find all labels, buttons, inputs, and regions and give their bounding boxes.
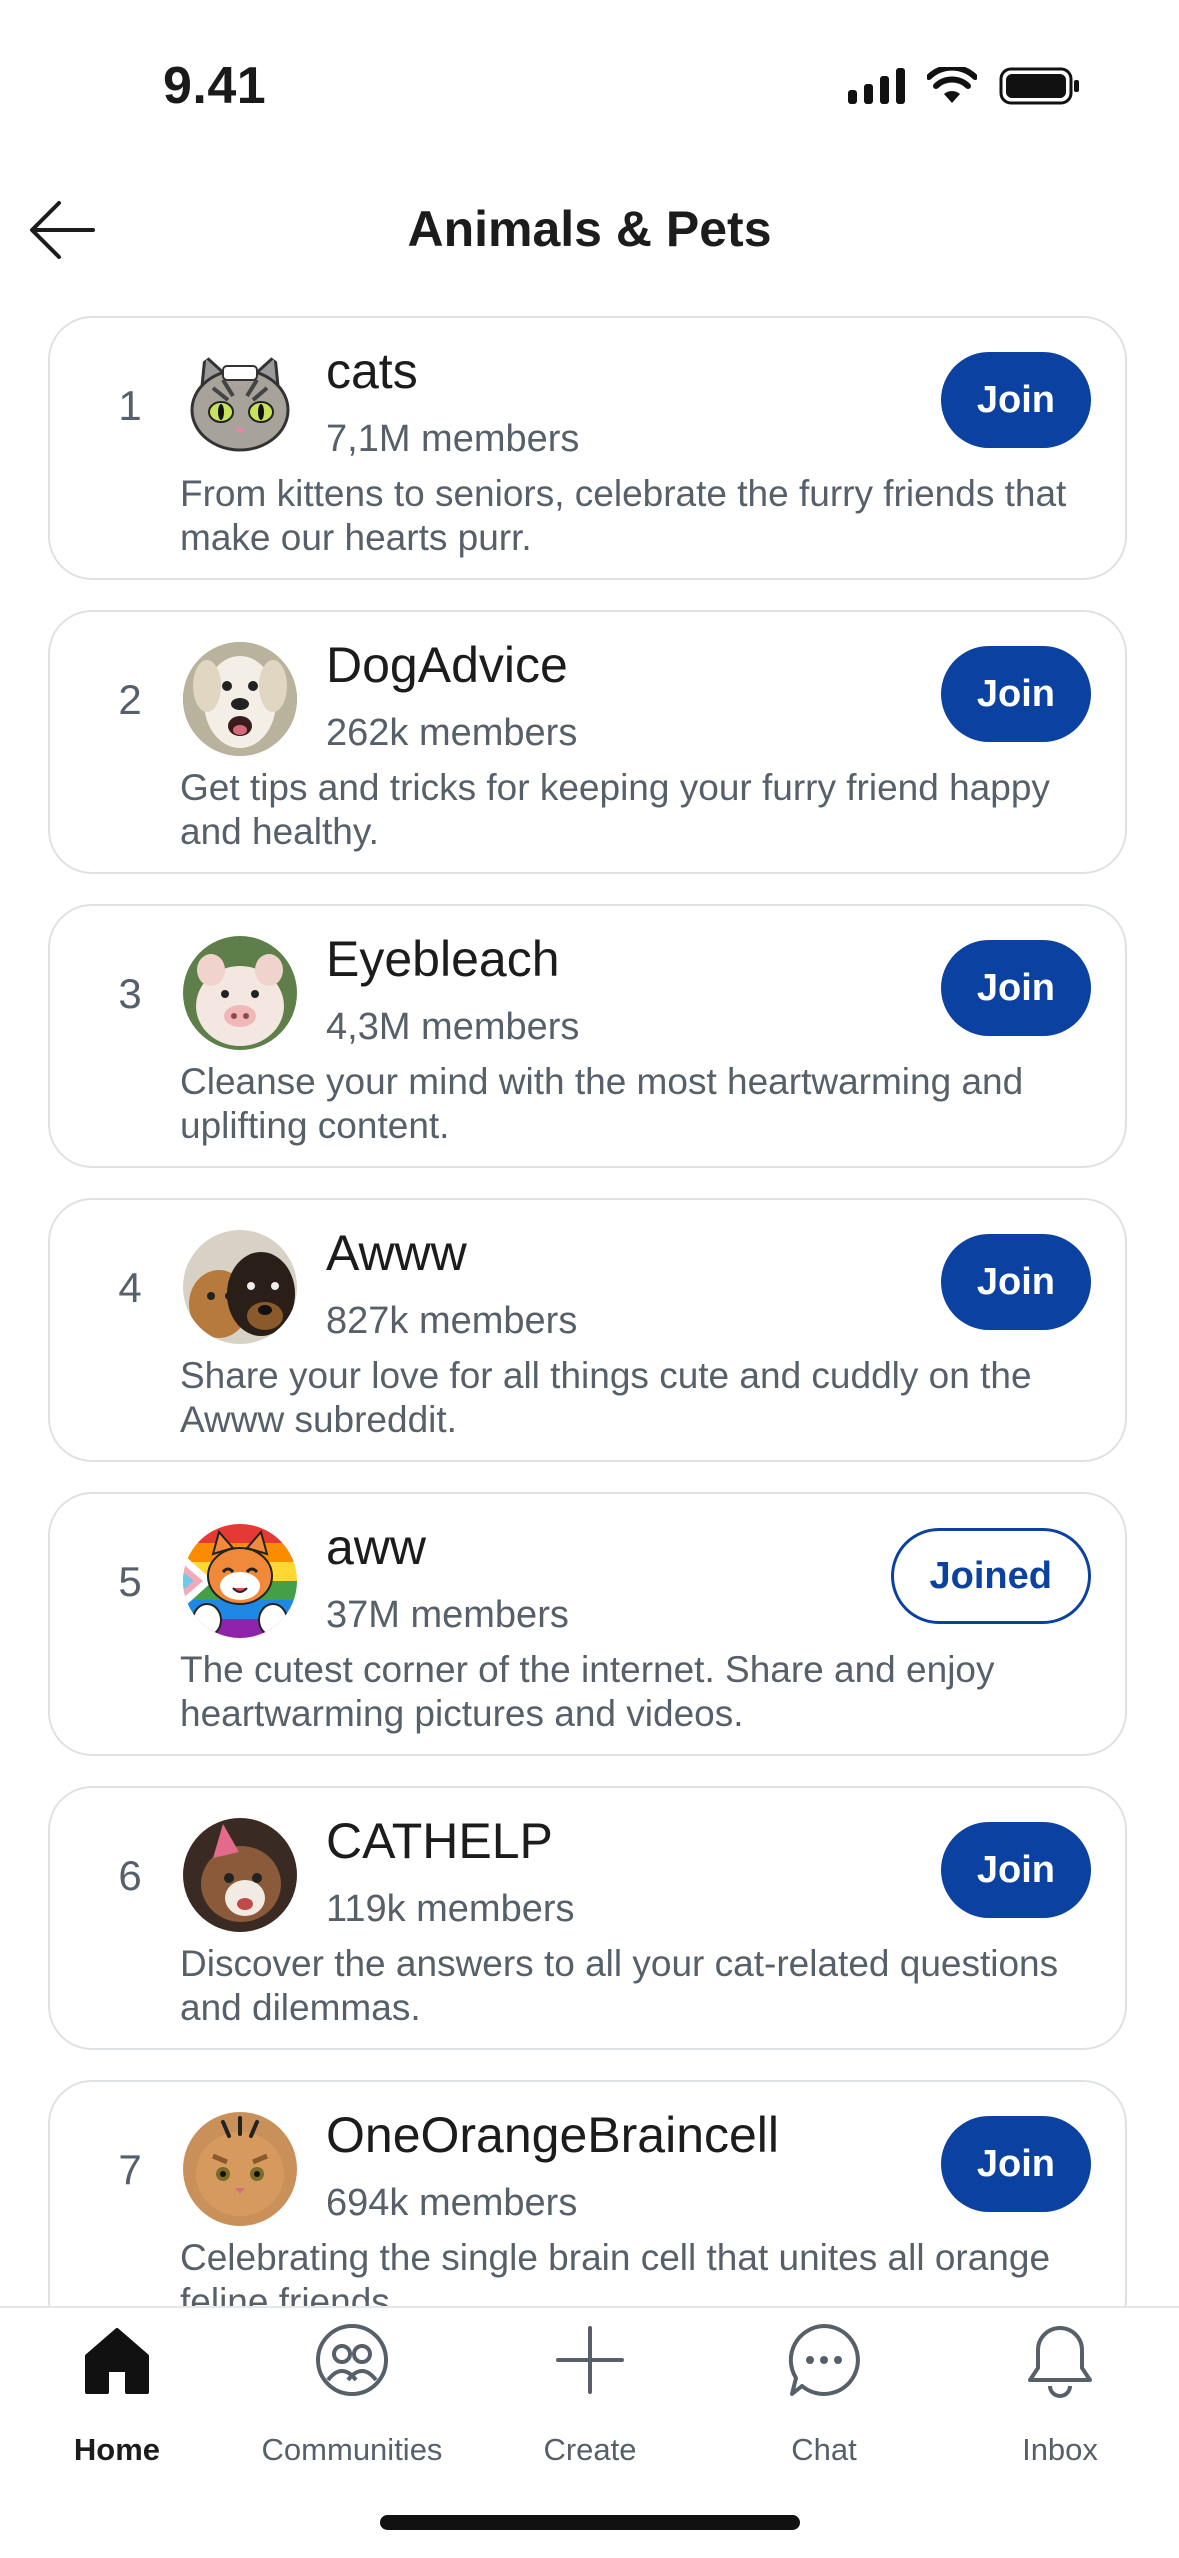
community-card[interactable]: 6 CATHELP 119k members Discover the answ… xyxy=(48,1786,1127,2050)
community-avatar xyxy=(183,1230,297,1344)
join-button[interactable]: Join xyxy=(940,646,1091,742)
bell-icon xyxy=(1028,2326,1092,2398)
community-description: From kittens to seniors, celebrate the f… xyxy=(180,473,1067,558)
join-button[interactable]: Join xyxy=(940,352,1091,448)
nav-inbox-label: Inbox xyxy=(1022,2432,1098,2467)
community-description: Cleanse your mind with the most heartwar… xyxy=(180,1061,1024,1146)
nav-chat[interactable]: Chat xyxy=(724,2322,924,2472)
community-description: Share your love for all things cute and … xyxy=(180,1355,1032,1440)
community-avatar xyxy=(183,2112,297,2226)
nav-communities-label: Communities xyxy=(261,2432,443,2467)
status-bar: 9.41 xyxy=(0,0,1179,150)
community-list[interactable]: 1 cats 7,1M members From kittens to seni… xyxy=(48,316,1131,2306)
join-button[interactable]: Join xyxy=(940,1234,1091,1330)
status-time: 9.41 xyxy=(163,57,267,115)
nav-chat-label: Chat xyxy=(791,2432,857,2467)
nav-create-label: Create xyxy=(543,2432,637,2467)
home-icon xyxy=(85,2328,149,2394)
nav-create[interactable]: Create xyxy=(490,2322,690,2472)
community-description: Discover the answers to all your cat-rel… xyxy=(180,1943,1059,2028)
community-card[interactable]: 7 OneOrangeBraincell 694k members Celebr… xyxy=(48,2080,1127,2306)
signal-icon xyxy=(848,68,905,104)
nav-communities[interactable]: Communities xyxy=(252,2322,452,2472)
communities-icon xyxy=(316,2324,388,2396)
member-count: 119k members xyxy=(326,1888,575,1930)
community-name: OneOrangeBraincell xyxy=(326,2107,780,2163)
header: Animals & Pets xyxy=(0,170,1179,290)
community-name: aww xyxy=(326,1519,427,1575)
community-avatar xyxy=(183,1524,297,1638)
community-card[interactable]: 5 aww 37M members The cutest corner of t… xyxy=(48,1492,1127,1756)
community-name: CATHELP xyxy=(326,1813,553,1869)
battery-icon xyxy=(999,67,1079,105)
community-card[interactable]: 2 DogAdvice 262k members Get tips and tr… xyxy=(48,610,1127,874)
community-avatar xyxy=(183,1818,297,1932)
community-card[interactable]: 4 Awww 827k members Share your love for … xyxy=(48,1198,1127,1462)
community-description: Celebrating the single brain cell that u… xyxy=(180,2237,1051,2306)
member-count: 7,1M members xyxy=(326,418,580,460)
community-avatar xyxy=(183,348,297,462)
joined-button[interactable]: Joined xyxy=(890,1528,1091,1624)
member-count: 827k members xyxy=(326,1300,578,1342)
home-indicator[interactable] xyxy=(380,2515,800,2530)
community-rank: 1 xyxy=(118,382,142,429)
join-button[interactable]: Join xyxy=(940,1822,1091,1918)
member-count: 4,3M members xyxy=(326,1006,580,1048)
page-title: Animals & Pets xyxy=(407,201,772,257)
join-button[interactable]: Join xyxy=(940,940,1091,1036)
community-rank: 7 xyxy=(118,2146,142,2193)
community-rank: 2 xyxy=(118,676,142,723)
community-name: cats xyxy=(326,343,418,399)
create-plus-icon xyxy=(556,2326,624,2394)
community-card[interactable]: 1 cats 7,1M members From kittens to seni… xyxy=(48,316,1127,580)
community-name: Awww xyxy=(326,1225,467,1281)
join-button[interactable]: Join xyxy=(940,2116,1091,2212)
member-count: 262k members xyxy=(326,712,578,754)
member-count: 694k members xyxy=(326,2182,578,2224)
nav-home-label: Home xyxy=(73,2432,161,2467)
community-description: The cutest corner of the internet. Share… xyxy=(180,1649,995,1734)
chat-icon xyxy=(788,2324,860,2396)
community-avatar xyxy=(183,642,297,756)
community-avatar xyxy=(183,936,297,1050)
member-count: 37M members xyxy=(326,1594,569,1636)
wifi-icon xyxy=(927,67,977,103)
community-card[interactable]: 3 Eyebleach 4,3M members Cleanse your mi… xyxy=(48,904,1127,1168)
nav-inbox[interactable]: Inbox xyxy=(960,2322,1160,2472)
community-name: DogAdvice xyxy=(326,637,568,693)
community-rank: 6 xyxy=(118,1852,142,1899)
status-icons xyxy=(848,66,1081,106)
community-rank: 4 xyxy=(118,1264,142,1311)
community-rank: 5 xyxy=(118,1558,142,1605)
community-description: Get tips and tricks for keeping your fur… xyxy=(180,767,1050,852)
community-rank: 3 xyxy=(118,970,142,1017)
nav-home[interactable]: Home xyxy=(17,2322,217,2472)
community-name: Eyebleach xyxy=(326,931,560,987)
